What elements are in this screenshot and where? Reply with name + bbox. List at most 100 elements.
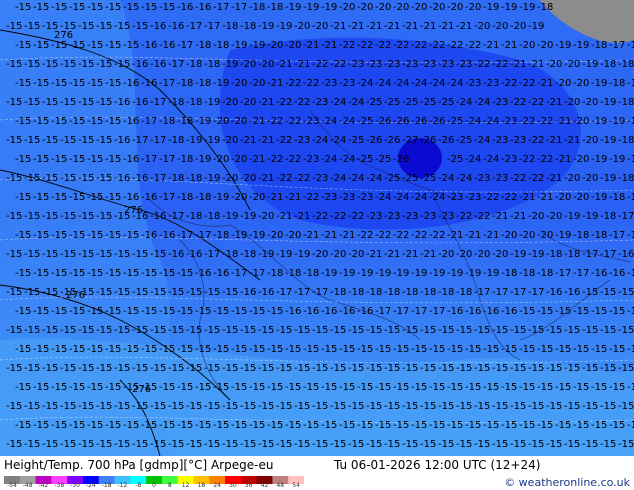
temperature-value: -16: [114, 97, 130, 108]
temperature-value: -22: [312, 59, 328, 70]
temperature-value: -15: [33, 344, 49, 355]
temperature-value: -15: [618, 363, 634, 374]
temperature-value: -15: [600, 401, 616, 412]
temperature-value: -24: [429, 78, 445, 89]
temperature-value: -15: [456, 439, 472, 450]
temperature-value: -16: [150, 59, 166, 70]
temperature-value: -15: [87, 382, 103, 393]
temperature-value: -15: [474, 325, 490, 336]
temperature-value: -15: [168, 325, 184, 336]
temperature-value: -21: [258, 173, 274, 184]
temperature-value: -21: [555, 116, 571, 127]
temperature-value: -15: [276, 401, 292, 412]
temperature-value: -15: [249, 420, 265, 431]
temperature-value: -15: [510, 439, 526, 450]
temperature-value: -15: [519, 344, 535, 355]
temperature-value: -15: [159, 306, 175, 317]
temperature-value: -16: [132, 97, 148, 108]
temperature-value: -24: [321, 154, 337, 165]
temperature-value: -16: [564, 287, 580, 298]
temperature-value: -16: [213, 268, 229, 279]
temperature-value: -15: [465, 344, 481, 355]
temperature-value: -20: [339, 2, 355, 13]
temperature-value: -18: [195, 78, 211, 89]
temperature-value: -20: [573, 192, 589, 203]
temperature-value: -21: [267, 192, 283, 203]
temperature-value: -18: [591, 230, 607, 241]
temperature-value: -20: [501, 230, 517, 241]
temperature-value: -20: [258, 211, 274, 222]
temperature-value: -15: [519, 420, 535, 431]
temperature-value: -22: [528, 97, 544, 108]
temperature-value: -17: [492, 287, 508, 298]
temperature-value: -15: [501, 420, 517, 431]
temperature-value: -18: [519, 268, 535, 279]
temperature-value: -23: [492, 135, 508, 146]
temperature-value: -15: [465, 382, 481, 393]
temperature-value: -15: [69, 78, 85, 89]
temperature-value: -15: [168, 287, 184, 298]
temperature-value: -20: [231, 78, 247, 89]
temperature-value: -15: [528, 401, 544, 412]
weather-map[interactable]: -15 -15 -15 -15 -15 -15 -15 -15 -15 -16 -16 -17 -17-…: [0, 0, 634, 456]
temperature-value: -15: [258, 401, 274, 412]
temperature-value: -15: [582, 439, 598, 450]
temperature-value: -17: [582, 249, 598, 260]
temperature-value: -19: [222, 211, 238, 222]
temperature-value: -17: [627, 230, 634, 241]
temperature-value: -24: [375, 192, 391, 203]
temperature-value: -20: [411, 2, 427, 13]
temperature-value: -21: [258, 97, 274, 108]
temperature-value: -21: [240, 135, 256, 146]
temperature-value: -18: [609, 192, 625, 203]
temperature-value: -20: [231, 192, 247, 203]
temperature-value: -24: [348, 97, 364, 108]
temperature-value: -15: [204, 325, 220, 336]
temperature-value: -20: [285, 40, 301, 51]
temperature-value: -15: [141, 420, 157, 431]
temperature-value: -15: [15, 116, 31, 127]
colorbar-tick: -8: [135, 482, 142, 489]
temperature-value: -15: [483, 420, 499, 431]
temperature-value: -21: [492, 211, 508, 222]
temperature-value: -15: [24, 211, 40, 222]
temperature-value: -23: [510, 135, 526, 146]
temperature-value: -25: [384, 173, 400, 184]
temperature-value: -15: [375, 344, 391, 355]
temperature-value: -16: [591, 268, 607, 279]
temperature-value: -24: [357, 78, 373, 89]
credit-link[interactable]: © weatheronline.co.uk: [504, 476, 630, 489]
temperature-value: -20: [582, 173, 598, 184]
temperature-value: -15: [420, 325, 436, 336]
temperature-value: -15: [6, 249, 22, 260]
temperature-value: -23: [312, 97, 328, 108]
temperature-value: -19: [600, 97, 616, 108]
temperature-value: -16: [618, 249, 634, 260]
temperature-value: -15: [312, 325, 328, 336]
temperature-value: -20: [249, 78, 265, 89]
temperature-value: -20: [240, 173, 256, 184]
temperature-value: -15: [267, 306, 283, 317]
temperature-value: -21: [438, 21, 454, 32]
temperature-value: -15: [96, 363, 112, 374]
temperature-value: -15: [222, 401, 238, 412]
temperature-value: -21: [402, 249, 418, 260]
temperature-value: -22: [456, 211, 472, 222]
temperature-value: -15: [213, 420, 229, 431]
colorbar-tick: -54: [6, 482, 17, 489]
temperature-value: -15: [267, 344, 283, 355]
temperature-value: -20: [474, 249, 490, 260]
temperature-value: -15: [600, 439, 616, 450]
temperature-value: -15: [168, 363, 184, 374]
temperature-value: -17: [609, 40, 625, 51]
temperature-value: -21: [249, 154, 265, 165]
temperature-value: -21: [510, 59, 526, 70]
temperature-value: -15: [186, 287, 202, 298]
temperature-value: -15: [312, 439, 328, 450]
temperature-value: -20: [564, 173, 580, 184]
temperature-value: -15: [123, 2, 139, 13]
temperature-value: -15: [528, 325, 544, 336]
temperature-value: -19: [591, 192, 607, 203]
temperature-value: -15: [375, 420, 391, 431]
temperature-value: -19: [465, 268, 481, 279]
